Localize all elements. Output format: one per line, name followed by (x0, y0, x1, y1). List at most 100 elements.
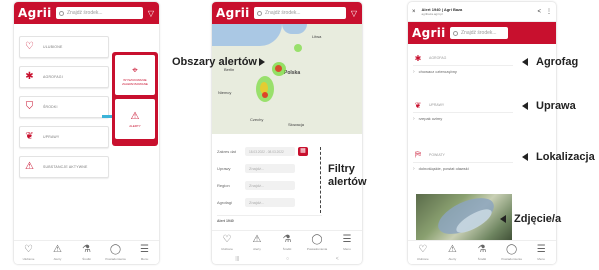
section-header: ✱ AGROFAG (413, 51, 513, 65)
card-label: UPRAWY (43, 135, 60, 139)
nav-label: Menu (140, 257, 149, 261)
nav-item-notifications[interactable]: ◯ Powiadomienia (501, 244, 523, 261)
alert-filters: Zakres dat 18.03.2022 - 08.03.2022 ▦ Upr… (217, 143, 322, 239)
annotation-text: Agrofag (536, 56, 579, 68)
card-crops[interactable]: ❦ UPRAWY (19, 126, 109, 148)
top-bar: Agrii Znajdź środek... (408, 22, 556, 44)
card-label: SUBSTANCJE AKTYWNE (43, 165, 88, 169)
section-title: UPRAWY (429, 103, 445, 107)
search-icon (257, 10, 262, 16)
bell-icon: ◯ (311, 234, 323, 245)
filter-label: Agrofagi (217, 200, 232, 205)
bell-icon: ◯ (109, 244, 122, 255)
card-favorites[interactable]: ♡ ULUBIONE (19, 36, 109, 58)
region-input[interactable]: Znajdź... (245, 181, 295, 190)
recents-icon[interactable]: ||| (235, 256, 239, 262)
date-range-input[interactable]: 18.03.2022 - 08.03.2022 (245, 147, 295, 156)
bottle-icon: ⚗ (282, 234, 292, 245)
map-label: Słowacja (288, 122, 305, 127)
map-label: Polska (284, 70, 301, 76)
nav-item-menu[interactable]: ☰ Menu (530, 244, 552, 261)
section-header: ❦ UPRAWY (413, 98, 513, 112)
search-input[interactable]: Znajdź środek... (450, 27, 508, 39)
crops-input[interactable]: Znajdź... (245, 164, 295, 173)
map-pin-icon: ⌖ (132, 64, 138, 76)
section-value-row[interactable]: › dolnośląskie, powiat oławski (413, 162, 513, 174)
filter-icon[interactable]: ▽ (147, 9, 155, 18)
card-label: ŚRODKI (43, 105, 58, 109)
chevron-right-icon: › (413, 165, 415, 172)
nav-item-favorites[interactable]: ♡ Ulubione (412, 244, 434, 261)
section-value: rzepak ozimy (418, 116, 443, 121)
search-placeholder: Znajdź środek... (461, 30, 497, 36)
nav-item-alerts[interactable]: ⚠ Alerty (47, 244, 69, 261)
heart-icon: ♡ (222, 234, 232, 245)
more-icon[interactable]: ⋮ (546, 8, 552, 15)
filter-pests: Agrofagi Znajdź... (217, 194, 322, 211)
annotation-alert-areas: Obszary alertów (172, 56, 265, 68)
alert-hotspot[interactable] (294, 44, 302, 52)
map-label: Czechy (250, 117, 264, 122)
nav-label: Środki (477, 257, 487, 261)
alert-hotspot[interactable] (262, 92, 268, 98)
card-pests[interactable]: ✱ AGROFAGI (19, 66, 109, 88)
nav-item-products[interactable]: ⚗ Środki (276, 234, 298, 251)
nav-item-favorites[interactable]: ♡ Ulubione (18, 244, 40, 261)
menu-icon: ☰ (536, 244, 546, 255)
close-icon[interactable]: × (412, 9, 416, 15)
card-products[interactable]: ⛉ ŚRODKI (19, 96, 109, 118)
search-input[interactable]: Znajdź środek... (254, 7, 346, 19)
section-value-row[interactable]: › chowacz czterozębny (413, 65, 513, 77)
bottom-nav: ♡ Ulubione ⚠ Alerty ⚗ Środki ◯ Powiadomienia… (212, 230, 362, 254)
nav-item-notifications[interactable]: ◯ Powiadomienia (306, 234, 328, 251)
section-pest: ✱ AGROFAG › chowacz czterozębny (413, 51, 513, 77)
nav-label: Ulubione (22, 257, 35, 261)
pests-input[interactable]: Znajdź... (245, 198, 295, 207)
home-icon[interactable]: ○ (286, 256, 289, 262)
share-icon[interactable]: < (537, 9, 541, 15)
bottom-nav: ♡ Ulubione ⚠ Alerty ⚗ Środki ◯ Powiadomienia… (14, 240, 159, 264)
nav-label: Środki (82, 257, 91, 261)
nav-label: Alerty (448, 257, 457, 261)
calendar-icon[interactable]: ▦ (298, 147, 308, 156)
advanced-search-button[interactable]: ⌖ WYSZUKIWANIE ZAAWANSOWANE (115, 55, 155, 95)
back-icon[interactable]: < (336, 256, 339, 262)
alert-icon: ⚠ (447, 244, 457, 255)
annotation-text: Obszary alertów (172, 56, 257, 68)
agrii-logo: Agrii (216, 6, 250, 20)
top-bar: Agrii Znajdź środek... ▽ (14, 2, 159, 24)
annotation-location: Lokalizacja (522, 151, 595, 163)
nav-label: Środki (282, 247, 292, 251)
alerts-button[interactable]: ⚠ ALERTY (115, 99, 155, 139)
nav-item-products[interactable]: ⚗ Środki (76, 244, 98, 261)
nav-item-favorites[interactable]: ♡ Ulubione (216, 234, 238, 251)
annotation-text: alertów (328, 176, 367, 188)
arrow-left-icon (500, 215, 506, 224)
alerts-map[interactable]: Litwa Polska Berlin Niemcy Czechy Słowac… (212, 24, 362, 134)
nav-item-products[interactable]: ⚗ Środki (471, 244, 493, 261)
arrow-left-icon (522, 58, 528, 67)
filter-date-range: Zakres dat 18.03.2022 - 08.03.2022 ▦ (217, 143, 322, 160)
menu-icon: ☰ (342, 234, 352, 245)
alert-photo[interactable] (416, 194, 512, 244)
alert-icon: ⚠ (252, 234, 262, 245)
chevron-right-icon: › (413, 68, 415, 75)
filter-icon[interactable]: ▽ (350, 9, 358, 18)
nav-item-alerts[interactable]: ⚠ Alerty (246, 234, 268, 251)
alert-hotspot[interactable] (275, 65, 282, 72)
section-title: AGROFAG (429, 56, 447, 60)
annotation-text: Lokalizacja (536, 151, 595, 163)
nav-item-menu[interactable]: ☰ Menu (134, 244, 156, 261)
search-input[interactable]: Znajdź środek... (56, 7, 143, 19)
sea-area (212, 24, 282, 46)
bottle-icon: ⚗ (477, 244, 487, 255)
nav-item-menu[interactable]: ☰ Menu (336, 234, 358, 251)
section-value-row[interactable]: › rzepak ozimy (413, 112, 513, 124)
nav-item-alerts[interactable]: ⚠ Alerty (441, 244, 463, 261)
alerts-label: ALERTY (129, 123, 141, 128)
section-value: chowacz czterozębny (418, 69, 457, 74)
nav-item-notifications[interactable]: ◯ Powiadomienia (105, 244, 127, 261)
bottom-nav: ♡ Ulubione ⚠ Alerty ⚗ Środki ◯ Powiadomienia… (408, 240, 556, 264)
browser-top-bar: × Alert 1940 | Agri Baza agribaza.agrii.… (408, 2, 556, 22)
card-active-substances[interactable]: ⚠ SUBSTANCJE AKTYWNE (19, 156, 109, 178)
